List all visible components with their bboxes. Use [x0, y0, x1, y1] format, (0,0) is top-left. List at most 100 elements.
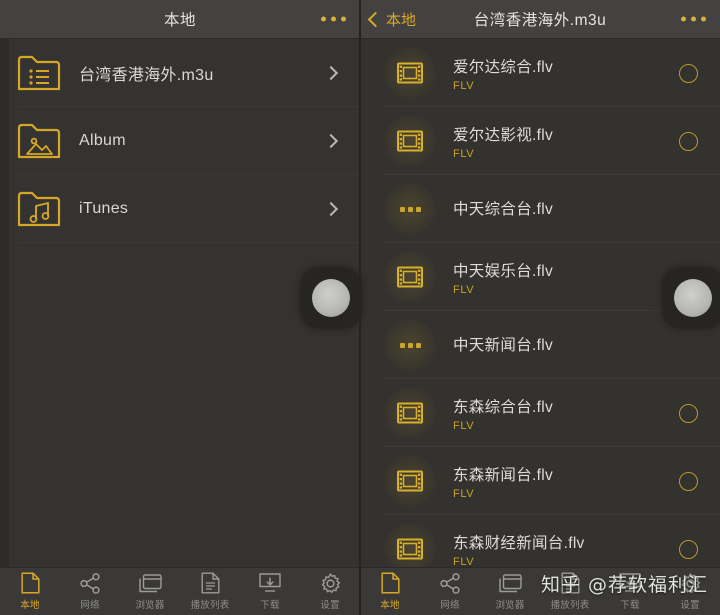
tab-playlist[interactable]: 播放列表	[180, 572, 240, 611]
tab-label: 设置	[680, 600, 700, 611]
list-item-meta: 中天新闻台.flv	[453, 333, 679, 358]
list-item[interactable]: 中天新闻台.flv	[360, 311, 720, 379]
film-strip-icon	[384, 115, 436, 167]
list-item-subtitle: FLV	[453, 555, 475, 568]
tab-network[interactable]: 网络	[420, 572, 480, 611]
tab-label: 播放列表	[550, 600, 590, 611]
left-file-list[interactable]: 台湾香港海外.m3u Album iTunes	[0, 39, 360, 567]
film-strip-icon	[384, 523, 436, 567]
chevron-right-icon	[323, 201, 339, 217]
list-item[interactable]: 爱尔达综合.flv FLV	[360, 39, 720, 107]
tab-settings[interactable]: 设置	[300, 572, 360, 611]
list-item-label: 台湾香港海外.m3u	[79, 67, 214, 84]
select-radio[interactable]	[679, 63, 698, 83]
tab-label: 下载	[260, 600, 280, 611]
tab-label: 下载	[620, 600, 640, 611]
film-strip-icon	[384, 47, 436, 99]
more-dots-icon[interactable]	[321, 16, 346, 22]
back-button[interactable]: 本地	[367, 9, 417, 30]
list-item-meta: 中天综合台.flv	[453, 197, 679, 222]
folder-music-icon	[17, 191, 61, 227]
right-header: 本地 台湾香港海外.m3u	[360, 0, 720, 39]
tab-label: 播放列表	[190, 600, 230, 611]
list-item-title: 东森财经新闻台.flv	[453, 534, 585, 552]
left-panel: 本地 台湾香港海外.m3u Album iTunes 本地 网络 浏览器 播放列…	[0, 0, 360, 615]
list-item-title: 东森综合台.flv	[453, 398, 554, 416]
browser-icon	[498, 572, 522, 594]
film-strip-icon	[384, 455, 436, 507]
tab-download[interactable]: 下载	[240, 572, 300, 611]
right-file-list[interactable]: 爱尔达综合.flv FLV 爱尔达影视.flv FLV 中天综合台.flv 中天…	[360, 39, 720, 567]
loading-dots-icon	[384, 319, 436, 371]
film-strip-icon	[384, 387, 436, 439]
download-icon	[619, 572, 641, 594]
back-button-label: 本地	[386, 11, 417, 29]
tab-settings[interactable]: 设置	[660, 572, 720, 611]
tab-label: 本地	[20, 600, 40, 611]
share-icon	[79, 572, 101, 594]
list-item[interactable]: 东森财经新闻台.flv FLV	[360, 515, 720, 567]
list-item-subtitle: FLV	[453, 283, 475, 296]
list-item[interactable]: 爱尔达影视.flv FLV	[360, 107, 720, 175]
list-item-title: 爱尔达综合.flv	[453, 58, 554, 76]
tab-playlist[interactable]: 播放列表	[540, 572, 600, 611]
tab-label: 网络	[80, 600, 100, 611]
film-strip-icon	[384, 251, 436, 303]
folder-playlist-icon	[17, 55, 61, 91]
document-icon	[20, 572, 40, 594]
gear-icon	[680, 572, 701, 594]
folder-photo-icon	[17, 123, 61, 159]
list-item[interactable]: iTunes	[0, 175, 360, 243]
left-edge-strip	[0, 39, 9, 567]
select-radio[interactable]	[679, 471, 698, 491]
left-header-title: 本地	[163, 12, 196, 29]
right-panel: 本地 台湾香港海外.m3u 爱尔达综合.flv FLV 爱尔达影视.flv FL…	[360, 0, 720, 615]
list-icon	[561, 572, 580, 594]
select-radio[interactable]	[679, 131, 698, 151]
share-icon	[439, 572, 461, 594]
loading-dots-icon	[384, 183, 436, 235]
list-item-title: 中天综合台.flv	[453, 200, 554, 218]
tab-browser[interactable]: 浏览器	[120, 572, 180, 611]
left-header: 本地	[0, 0, 360, 39]
list-icon	[201, 572, 220, 594]
list-item[interactable]: 中天娱乐台.flv FLV	[360, 243, 720, 311]
list-item-meta: 东森综合台.flv FLV	[453, 395, 679, 432]
tab-local[interactable]: 本地	[360, 572, 420, 611]
select-radio[interactable]	[679, 539, 698, 559]
panel-divider	[359, 0, 361, 615]
tab-label: 网络	[440, 600, 460, 611]
list-item-meta: 爱尔达综合.flv FLV	[453, 55, 679, 92]
tab-download[interactable]: 下载	[600, 572, 660, 611]
document-icon	[380, 572, 400, 594]
list-item-meta: 爱尔达影视.flv FLV	[453, 123, 679, 160]
list-item[interactable]: Album	[0, 107, 360, 175]
list-item[interactable]: 东森新闻台.flv FLV	[360, 447, 720, 515]
list-item-subtitle: FLV	[453, 487, 475, 500]
tab-browser[interactable]: 浏览器	[480, 572, 540, 611]
list-item-title: 爱尔达影视.flv	[453, 126, 554, 144]
tab-label: 浏览器	[135, 600, 165, 611]
list-item-title: 东森新闻台.flv	[453, 466, 554, 484]
more-dots-icon[interactable]	[681, 16, 706, 22]
select-radio[interactable]	[679, 403, 698, 423]
chevron-left-icon	[367, 11, 384, 27]
left-tabbar: 本地 网络 浏览器 播放列表 下载 设置	[0, 567, 360, 615]
list-item[interactable]: 东森综合台.flv FLV	[360, 379, 720, 447]
list-item[interactable]: 台湾香港海外.m3u	[0, 39, 360, 107]
list-item[interactable]: 中天综合台.flv	[360, 175, 720, 243]
list-item-meta: 东森财经新闻台.flv FLV	[453, 531, 679, 568]
tab-label: 设置	[320, 600, 340, 611]
tab-network[interactable]: 网络	[60, 572, 120, 611]
chevron-right-icon	[323, 65, 339, 81]
list-item-title: 中天娱乐台.flv	[453, 262, 554, 280]
list-item-meta: 东森新闻台.flv FLV	[453, 463, 679, 500]
app-screen: 本地 台湾香港海外.m3u Album iTunes 本地 网络 浏览器 播放列…	[0, 0, 720, 615]
select-radio[interactable]	[679, 267, 698, 287]
chevron-right-icon	[323, 133, 339, 149]
download-icon	[259, 572, 281, 594]
tab-local[interactable]: 本地	[0, 572, 60, 611]
list-item-label: Album	[79, 132, 126, 149]
list-item-subtitle: FLV	[453, 79, 475, 92]
list-item-subtitle: FLV	[453, 147, 475, 160]
